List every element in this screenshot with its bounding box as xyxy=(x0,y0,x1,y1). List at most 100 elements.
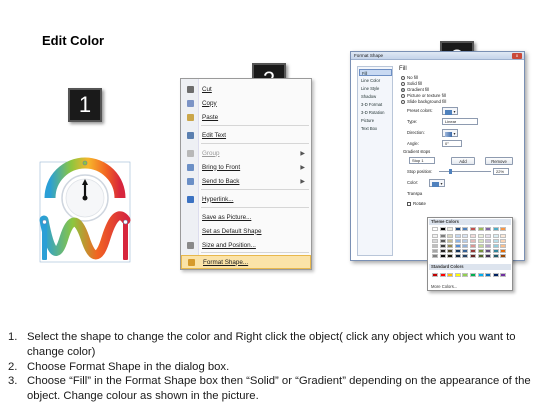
theme-shade-swatch[interactable] xyxy=(439,249,446,253)
theme-shade-swatch[interactable] xyxy=(469,249,476,253)
theme-shade-swatch[interactable] xyxy=(454,234,461,238)
gauge-shape[interactable] xyxy=(36,150,134,280)
theme-shade-swatch[interactable] xyxy=(492,239,499,243)
standard-color-swatch[interactable] xyxy=(439,273,446,277)
theme-shade-swatch[interactable] xyxy=(477,234,484,238)
menu-item-copy[interactable]: Copy xyxy=(181,96,311,110)
theme-color-swatch[interactable] xyxy=(477,227,484,231)
add-stop-button[interactable]: Add xyxy=(451,157,475,165)
theme-color-swatch[interactable] xyxy=(454,227,461,231)
theme-color-swatch[interactable] xyxy=(492,227,499,231)
menu-item-save-as-picture[interactable]: Save as Picture... xyxy=(181,210,311,224)
theme-shade-swatch[interactable] xyxy=(462,239,469,243)
theme-color-swatch[interactable] xyxy=(500,227,507,231)
theme-shade-swatch[interactable] xyxy=(462,244,469,248)
remove-stop-button[interactable]: Remove xyxy=(485,157,513,165)
standard-color-swatch[interactable] xyxy=(454,273,461,277)
theme-shade-swatch[interactable] xyxy=(492,244,499,248)
nav-item-text-box[interactable]: Text Box xyxy=(359,125,392,132)
nav-item-line-color[interactable]: Line Color xyxy=(359,77,392,84)
radio-gradient-fill[interactable]: Gradient fill xyxy=(401,87,429,92)
theme-shade-swatch[interactable] xyxy=(492,254,499,258)
direction-button[interactable]: ▾ xyxy=(442,129,458,137)
nav-item-line-style[interactable]: Line Style xyxy=(359,85,392,92)
menu-item-paste[interactable]: Paste xyxy=(181,110,311,124)
menu-item-group[interactable]: Group ▶ xyxy=(181,146,311,160)
stop-select[interactable]: Stop 1 xyxy=(409,157,435,164)
angle-input[interactable]: 0° xyxy=(442,140,462,147)
theme-shade-swatch[interactable] xyxy=(447,244,454,248)
type-select[interactable]: Linear xyxy=(442,118,478,125)
menu-item-hyperlink[interactable]: Hyperlink... xyxy=(181,192,311,206)
theme-shade-swatch[interactable] xyxy=(432,234,438,238)
theme-shade-swatch[interactable] xyxy=(469,254,476,258)
theme-shade-swatch[interactable] xyxy=(500,239,507,243)
dialog-close-button[interactable]: x xyxy=(512,53,522,59)
radio-slide-background-fill[interactable]: Slide background fill xyxy=(401,99,446,104)
theme-shade-swatch[interactable] xyxy=(485,234,492,238)
slider-thumb[interactable] xyxy=(449,168,452,174)
theme-shade-swatch[interactable] xyxy=(477,244,484,248)
theme-color-swatch[interactable] xyxy=(469,227,476,231)
radio-picture-fill[interactable]: Picture or texture fill xyxy=(401,93,446,98)
theme-shade-swatch[interactable] xyxy=(492,249,499,253)
radio-solid-fill[interactable]: Solid fill xyxy=(401,81,422,86)
menu-item-edit-text[interactable]: Edit Text xyxy=(181,128,311,142)
theme-shade-swatch[interactable] xyxy=(500,234,507,238)
preset-colors-button[interactable]: ▾ xyxy=(442,107,458,115)
theme-shade-swatch[interactable] xyxy=(462,249,469,253)
nav-item-fill[interactable]: Fill xyxy=(359,69,392,76)
nav-item-3d-format[interactable]: 3-D Format xyxy=(359,101,392,108)
theme-shade-swatch[interactable] xyxy=(500,249,507,253)
theme-color-swatch[interactable] xyxy=(485,227,492,231)
standard-color-swatch[interactable] xyxy=(447,273,454,277)
theme-shade-swatch[interactable] xyxy=(485,244,492,248)
theme-shade-swatch[interactable] xyxy=(454,249,461,253)
menu-item-cut[interactable]: Cut xyxy=(181,82,311,96)
theme-shade-swatch[interactable] xyxy=(500,254,507,258)
theme-shade-swatch[interactable] xyxy=(477,254,484,258)
standard-color-swatch[interactable] xyxy=(492,273,499,277)
menu-item-bring-to-front[interactable]: Bring to Front ▶ xyxy=(181,160,311,174)
theme-shade-swatch[interactable] xyxy=(432,244,438,248)
theme-color-swatch[interactable] xyxy=(432,227,438,231)
theme-shade-swatch[interactable] xyxy=(432,239,438,243)
theme-shade-swatch[interactable] xyxy=(485,249,492,253)
menu-item-set-as-default-shape[interactable]: Set as Default Shape xyxy=(181,224,311,238)
theme-shade-swatch[interactable] xyxy=(500,244,507,248)
theme-shade-swatch[interactable] xyxy=(492,234,499,238)
menu-item-size-and-position[interactable]: Size and Position... xyxy=(181,238,311,252)
theme-shade-swatch[interactable] xyxy=(469,234,476,238)
theme-shade-swatch[interactable] xyxy=(447,234,454,238)
color-button[interactable]: ▾ xyxy=(429,179,445,187)
theme-color-swatch[interactable] xyxy=(439,227,446,231)
theme-shade-swatch[interactable] xyxy=(432,249,438,253)
stop-position-input[interactable]: 22% xyxy=(493,168,509,175)
radio-no-fill[interactable]: No fill xyxy=(401,75,418,80)
standard-color-swatch[interactable] xyxy=(432,273,438,277)
stop-position-slider[interactable] xyxy=(439,171,491,172)
nav-item-3d-rotation[interactable]: 3-D Rotation xyxy=(359,109,392,116)
theme-shade-swatch[interactable] xyxy=(485,239,492,243)
theme-color-swatch[interactable] xyxy=(462,227,469,231)
standard-color-swatch[interactable] xyxy=(469,273,476,277)
theme-shade-swatch[interactable] xyxy=(454,254,461,258)
more-colors-link[interactable]: More Colors... xyxy=(431,284,457,289)
theme-shade-swatch[interactable] xyxy=(439,254,446,258)
theme-shade-swatch[interactable] xyxy=(462,254,469,258)
theme-shade-swatch[interactable] xyxy=(439,244,446,248)
standard-color-swatch[interactable] xyxy=(462,273,469,277)
theme-shade-swatch[interactable] xyxy=(485,254,492,258)
theme-shade-swatch[interactable] xyxy=(477,239,484,243)
theme-shade-swatch[interactable] xyxy=(447,239,454,243)
theme-shade-swatch[interactable] xyxy=(454,239,461,243)
nav-item-shadow[interactable]: Shadow xyxy=(359,93,392,100)
theme-shade-swatch[interactable] xyxy=(447,254,454,258)
theme-shade-swatch[interactable] xyxy=(469,239,476,243)
theme-shade-swatch[interactable] xyxy=(477,249,484,253)
theme-shade-swatch[interactable] xyxy=(462,234,469,238)
theme-shade-swatch[interactable] xyxy=(469,244,476,248)
theme-color-swatch[interactable] xyxy=(447,227,454,231)
theme-shade-swatch[interactable] xyxy=(447,249,454,253)
menu-item-format-shape[interactable]: Format Shape... xyxy=(181,255,311,269)
